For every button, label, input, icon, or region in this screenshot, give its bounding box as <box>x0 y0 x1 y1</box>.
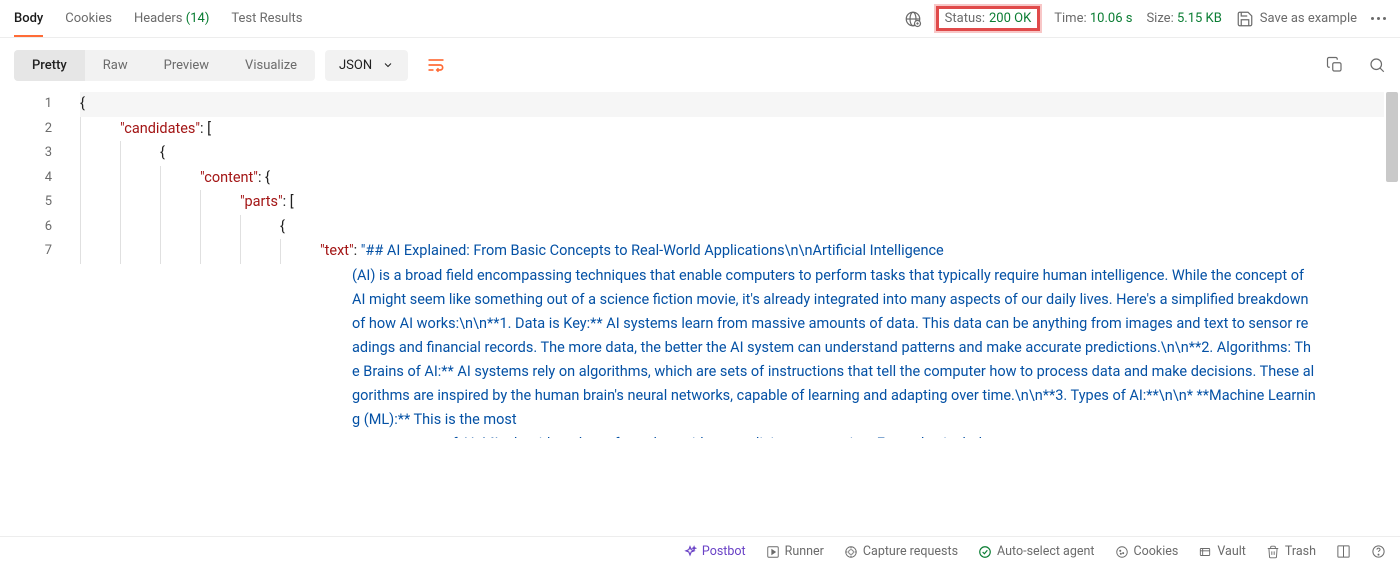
save-icon <box>1236 10 1254 28</box>
code-token: : <box>283 193 290 210</box>
bottom-status-bar: Postbot Runner Capture requests Auto-sel… <box>0 536 1400 566</box>
search-icon[interactable] <box>1368 56 1386 74</box>
line-number-gutter: 1 2 3 4 5 6 7 <box>0 92 70 264</box>
response-body-code[interactable]: 1 2 3 4 5 6 7 { "candidates": [ { "conte… <box>0 92 1400 522</box>
code-token: "content" <box>200 169 258 186</box>
status-value: 200 OK <box>989 11 1031 26</box>
tab-body[interactable]: Body <box>14 1 43 36</box>
view-tab-preview[interactable]: Preview <box>146 50 227 81</box>
view-tab-pretty[interactable]: Pretty <box>14 50 85 81</box>
auto-select-agent-button[interactable]: Auto-select agent <box>978 544 1094 559</box>
code-token: "parts" <box>240 193 283 210</box>
tab-headers-label: Headers <box>134 11 183 26</box>
view-mode-tabs: Pretty Raw Preview Visualize <box>14 50 315 81</box>
code-token: { <box>160 144 165 161</box>
wrap-lines-button[interactable] <box>418 48 454 82</box>
status-box: Status: 200 OK <box>936 6 1041 31</box>
postbot-label: Postbot <box>702 544 746 559</box>
layout-icon[interactable] <box>1336 544 1351 559</box>
code-token: : <box>258 169 265 186</box>
response-tabs: Body Cookies Headers (14) Test Results <box>14 1 302 36</box>
runner-button[interactable]: Runner <box>766 544 824 559</box>
size-value: 5.15 KB <box>1177 11 1222 26</box>
capture-requests-button[interactable]: Capture requests <box>844 544 958 559</box>
code-token: "candidates" <box>120 120 200 137</box>
code-token: { <box>80 95 85 112</box>
time-label: Time: <box>1054 11 1086 26</box>
postbot-button[interactable]: Postbot <box>683 544 746 559</box>
copy-icon[interactable] <box>1326 56 1344 74</box>
scrollbar-thumb[interactable] <box>1386 92 1398 182</box>
tab-cookies[interactable]: Cookies <box>65 1 112 36</box>
tab-headers[interactable]: Headers (14) <box>134 1 209 36</box>
code-token: { <box>280 218 285 235</box>
code-token: "## AI Explained: From Basic Concepts to… <box>361 242 944 259</box>
more-options-icon[interactable] <box>1371 17 1386 20</box>
status-label: Status: <box>945 11 985 26</box>
save-example-label: Save as example <box>1260 11 1357 26</box>
save-as-example-button[interactable]: Save as example <box>1236 10 1357 28</box>
code-token: [ <box>290 193 294 210</box>
code-string-body: (AI) is a broad field encompassing techn… <box>352 264 1376 432</box>
tab-headers-count: (14) <box>186 11 210 26</box>
view-tab-raw[interactable]: Raw <box>85 50 146 81</box>
time-value: 10.06 s <box>1090 11 1133 26</box>
cookies-button[interactable]: Cookies <box>1115 544 1179 559</box>
size-meta: Size: 5.15 KB <box>1146 11 1221 26</box>
tab-test-results[interactable]: Test Results <box>231 1 302 36</box>
vault-label: Vault <box>1217 544 1246 559</box>
vault-button[interactable]: Vault <box>1198 544 1246 559</box>
capture-label: Capture requests <box>863 544 958 559</box>
time-meta: Time: 10.06 s <box>1054 11 1132 26</box>
runner-label: Runner <box>785 544 824 559</box>
help-icon[interactable] <box>1371 544 1386 559</box>
size-label: Size: <box>1146 11 1173 26</box>
trash-label: Trash <box>1285 544 1316 559</box>
trash-button[interactable]: Trash <box>1266 544 1316 559</box>
view-tab-visualize[interactable]: Visualize <box>227 50 315 81</box>
format-dropdown-label: JSON <box>339 58 372 73</box>
code-string-tail: common type of AI. ML algorithms learn f… <box>352 432 1376 438</box>
format-dropdown[interactable]: JSON <box>325 50 408 81</box>
code-token: : <box>354 242 361 259</box>
auto-select-label: Auto-select agent <box>997 544 1094 559</box>
globe-icon[interactable] <box>904 10 922 28</box>
code-token: "text" <box>320 242 354 259</box>
code-token: { <box>265 169 270 186</box>
cookies-label: Cookies <box>1134 544 1179 559</box>
code-token: [ <box>207 120 211 137</box>
chevron-down-icon <box>382 59 394 71</box>
